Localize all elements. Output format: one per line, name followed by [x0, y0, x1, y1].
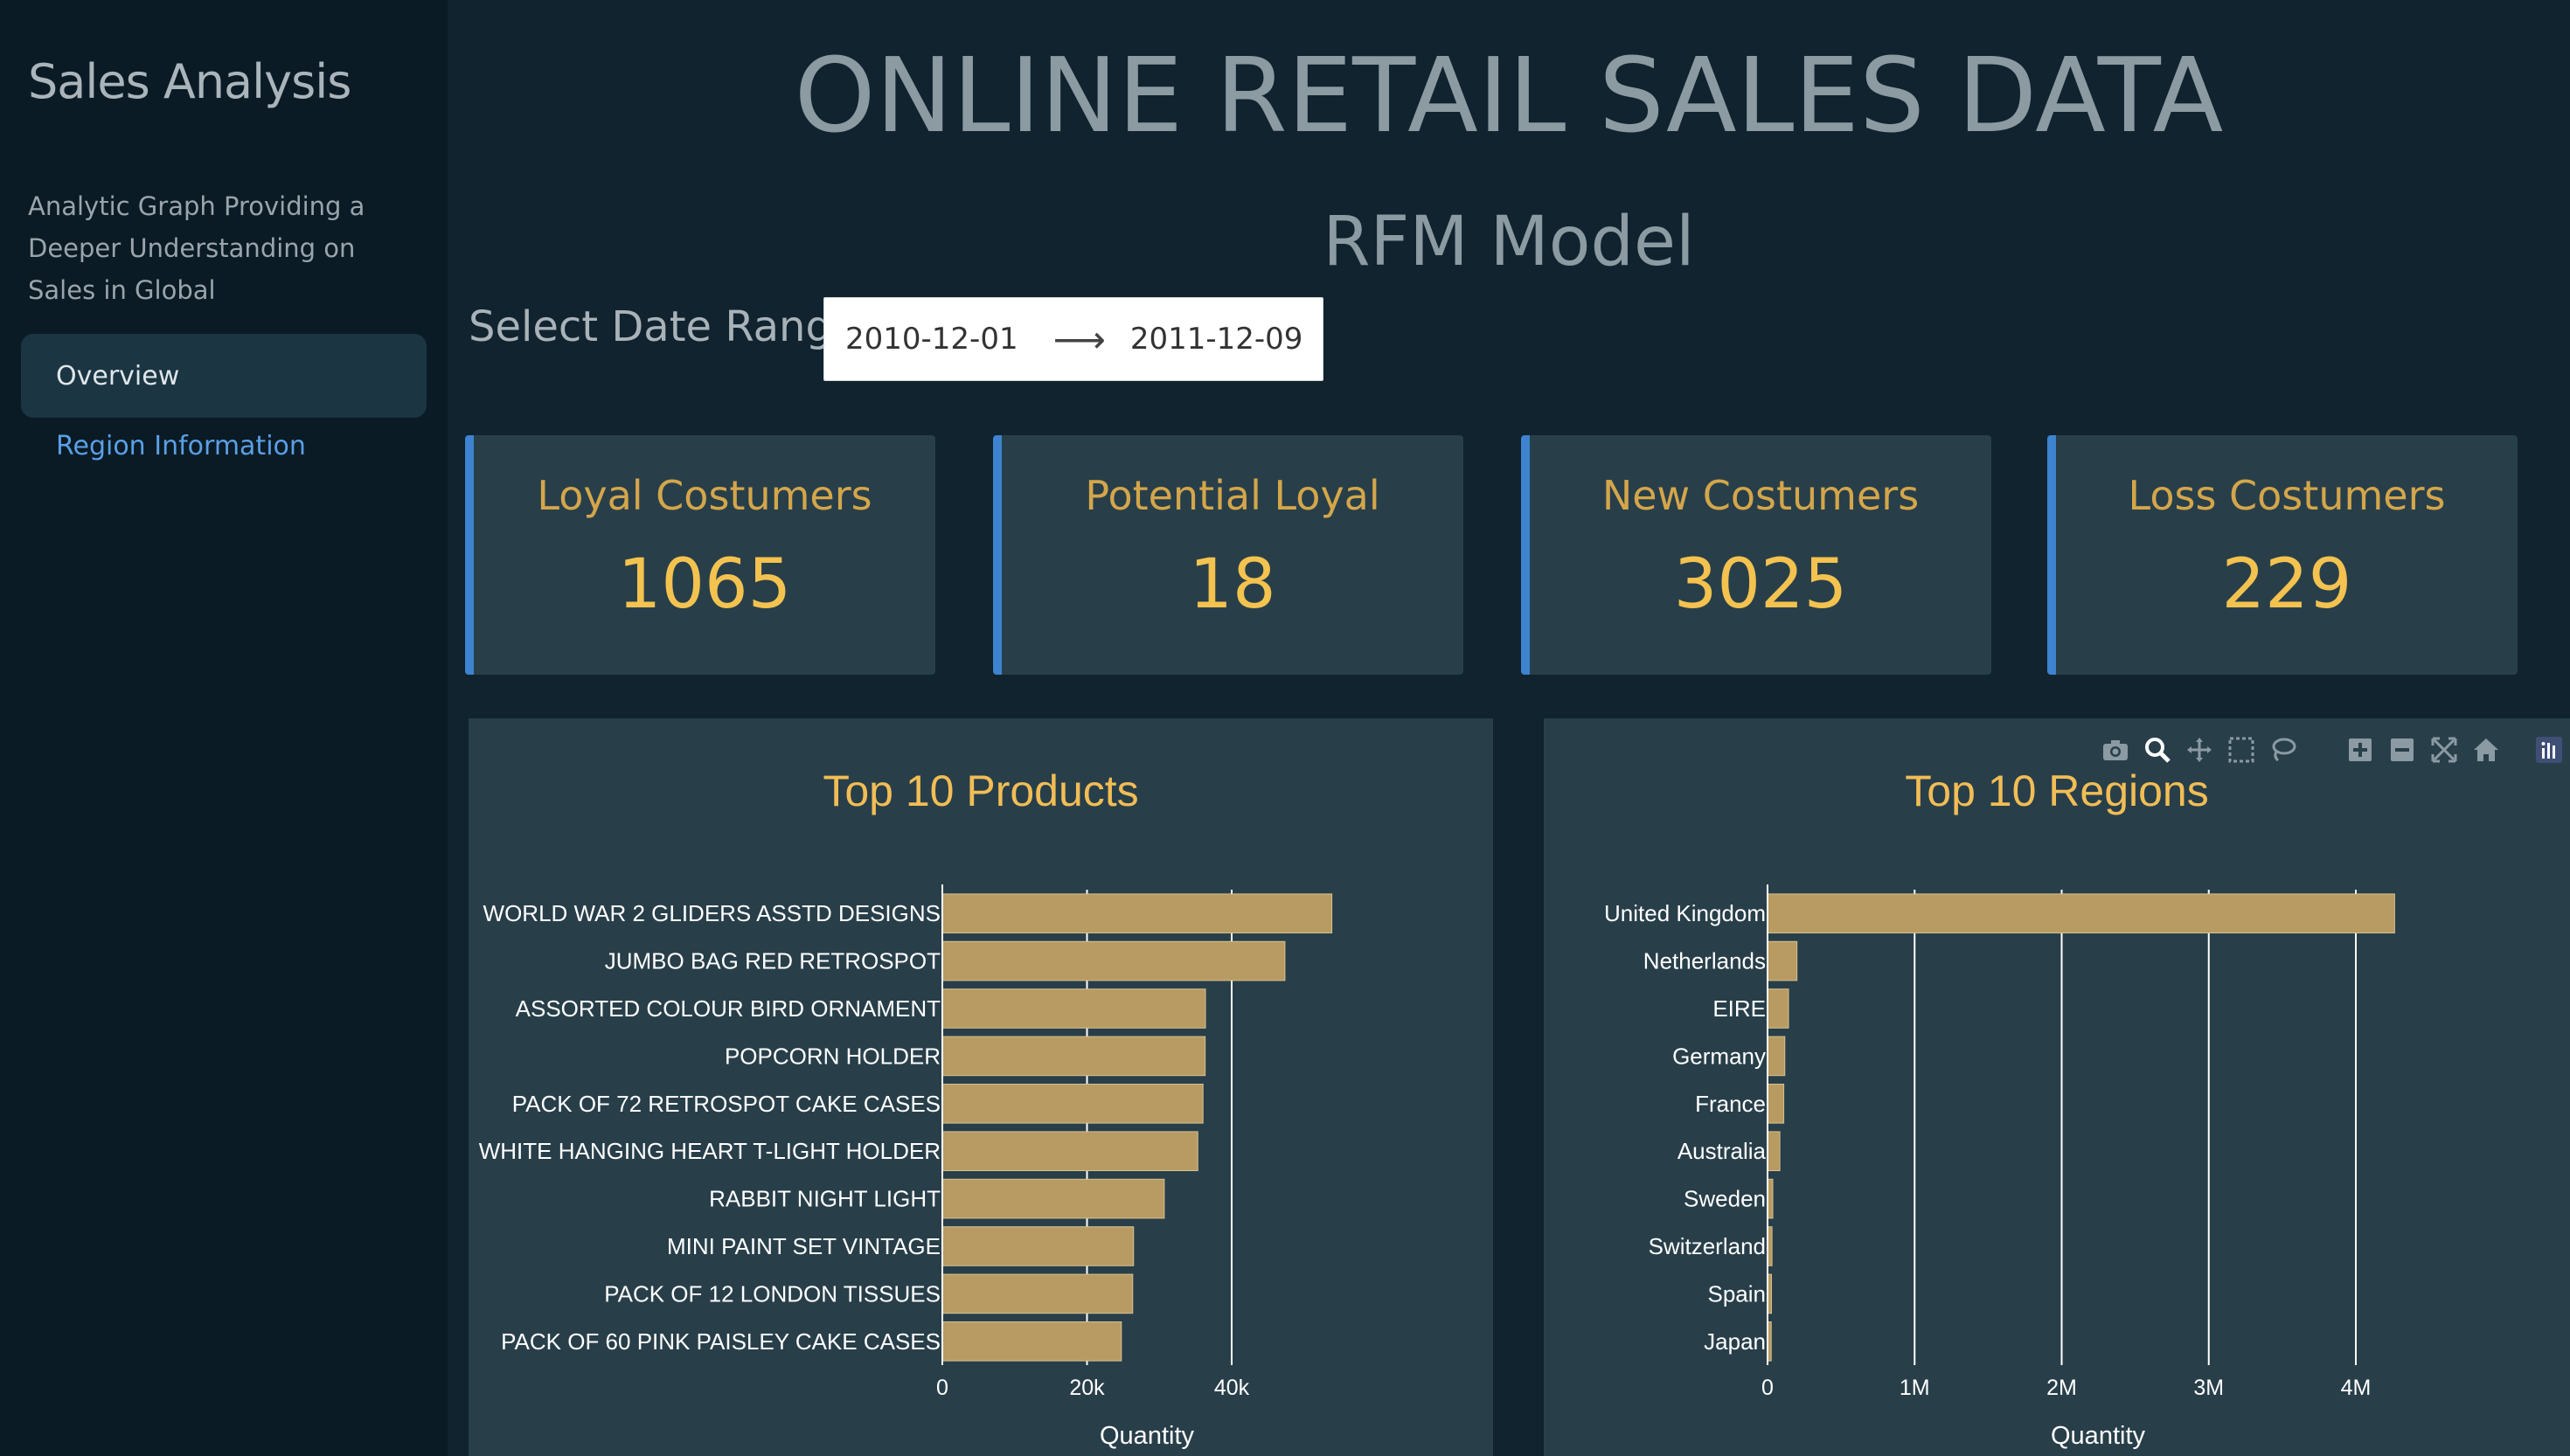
regions-bar-chart[interactable]: United Kingdom Netherlands EIRE Germany Fran… [1544, 718, 2570, 1456]
products-bar-chart[interactable]: WORLD WAR 2 GLIDERS ASSTD DESIGNS JUMBO B… [469, 718, 1493, 1456]
bar [941, 988, 1206, 1029]
box-select-icon[interactable] [2224, 732, 2259, 767]
tick-label: 0 [936, 1376, 948, 1400]
category-label: United Kingdom [1604, 900, 1766, 926]
kpi-value: 3025 [1673, 545, 1848, 624]
category-label: RABBIT NIGHT LIGHT [709, 1186, 941, 1212]
date-end-input[interactable]: 2011-12-09 [1130, 322, 1303, 357]
category-label: Switzerland [1649, 1233, 1766, 1259]
tick-label: 3M [2193, 1376, 2224, 1400]
sidebar: Sales Analysis Analytic Graph Providing … [0, 0, 448, 1456]
page-subtitle: RFM Model [1323, 203, 1695, 281]
autoscale-icon[interactable] [2427, 732, 2462, 767]
category-label: Japan [1704, 1328, 1766, 1355]
bar [941, 1226, 1135, 1266]
kpi-value: 229 [2221, 545, 2352, 624]
bar [1767, 1036, 1786, 1077]
app-description: Analytic Graph Providing a Deeper Unders… [28, 191, 365, 305]
kpi-card-new: New Costumers 3025 [1521, 435, 1991, 675]
category-label: EIRE [1712, 995, 1766, 1022]
bar [1767, 1131, 1781, 1172]
bar [941, 1036, 1206, 1077]
plotly-logo-icon[interactable] [2532, 732, 2567, 767]
bar [941, 1178, 1165, 1219]
kpi-value: 18 [1189, 545, 1276, 624]
category-label: Germany [1672, 1043, 1766, 1069]
nav-item-region-information[interactable]: Region Information [21, 404, 427, 488]
bar [941, 893, 1333, 934]
pan-icon[interactable] [2182, 732, 2217, 767]
bar [1767, 988, 1789, 1029]
kpi-value: 1065 [617, 545, 792, 624]
category-label: MINI PAINT SET VINTAGE [667, 1233, 941, 1259]
category-label: JUMBO BAG RED RETROSPOT [605, 948, 941, 974]
category-label: POPCORN HOLDER [725, 1043, 941, 1069]
tick-label: 1M [1900, 1376, 1930, 1400]
category-label: PACK OF 72 RETROSPOT CAKE CASES [512, 1091, 941, 1117]
tick-label: 0 [1761, 1376, 1774, 1400]
bar [941, 1083, 1204, 1124]
bar [941, 940, 1286, 981]
kpi-title: New Costumers [1601, 472, 1920, 519]
date-start-input[interactable]: 2010-12-01 [845, 322, 1018, 357]
category-label: ASSORTED COLOUR BIRD ORNAMENT [516, 995, 941, 1022]
page-title: ONLINE RETAIL SALES DATA [794, 35, 2224, 156]
axis-title: Quantity [1100, 1422, 1194, 1450]
chart-modebar [2098, 731, 2570, 769]
bar [1767, 893, 2395, 934]
date-range-picker[interactable]: 2010-12-01 ⟶ 2011-12-09 [823, 297, 1323, 381]
category-label: Netherlands [1643, 948, 1766, 974]
kpi-card-loss: Loss Costumers 229 [2047, 435, 2518, 675]
zoom-icon[interactable] [2140, 732, 2175, 767]
lasso-icon[interactable] [2266, 732, 2301, 767]
kpi-title: Loyal Costumers [537, 472, 872, 519]
kpi-card-potential-loyal: Potential Loyal 18 [993, 435, 1463, 675]
category-label: PACK OF 60 PINK PAISLEY CAKE CASES [501, 1328, 941, 1355]
bar [941, 1273, 1134, 1314]
category-label: Sweden [1684, 1186, 1766, 1212]
category-label: Australia [1677, 1138, 1767, 1164]
bar [941, 1131, 1198, 1172]
tick-label: 40k [1214, 1376, 1250, 1400]
reset-axes-icon[interactable] [2469, 732, 2504, 767]
bar [1767, 940, 1798, 981]
category-label: WORLD WAR 2 GLIDERS ASSTD DESIGNS [483, 900, 941, 926]
category-label: WHITE HANGING HEART T-LIGHT HOLDER [479, 1138, 941, 1164]
kpi-title: Potential Loyal [1085, 472, 1380, 519]
date-range-label: Select Date Range: [469, 302, 872, 351]
zoom-out-icon[interactable] [2385, 732, 2420, 767]
tick-label: 2M [2046, 1376, 2077, 1400]
category-label: Spain [1708, 1280, 1767, 1307]
tick-label: 20k [1069, 1376, 1105, 1400]
app-title: Sales Analysis [28, 54, 351, 109]
bar [1767, 1083, 1785, 1124]
chart-panel-products: Top 10 Products WORLD WAR 2 GLIDERS ASST… [469, 718, 1493, 1456]
bar [941, 1321, 1122, 1362]
zoom-in-icon[interactable] [2343, 732, 2378, 767]
axis-title: Quantity [2051, 1422, 2145, 1450]
camera-icon[interactable] [2098, 732, 2133, 767]
tick-label: 4M [2341, 1376, 2372, 1400]
kpi-card-loyal: Loyal Costumers 1065 [465, 435, 935, 675]
kpi-title: Loss Costumers [2128, 472, 2446, 519]
category-label: France [1695, 1091, 1766, 1117]
category-label: PACK OF 12 LONDON TISSUES [604, 1280, 941, 1307]
arrow-right-icon: ⟶ [1052, 317, 1106, 361]
chart-panel-regions: Top 10 Regions United Kingdom Netherlands… [1544, 718, 2570, 1456]
